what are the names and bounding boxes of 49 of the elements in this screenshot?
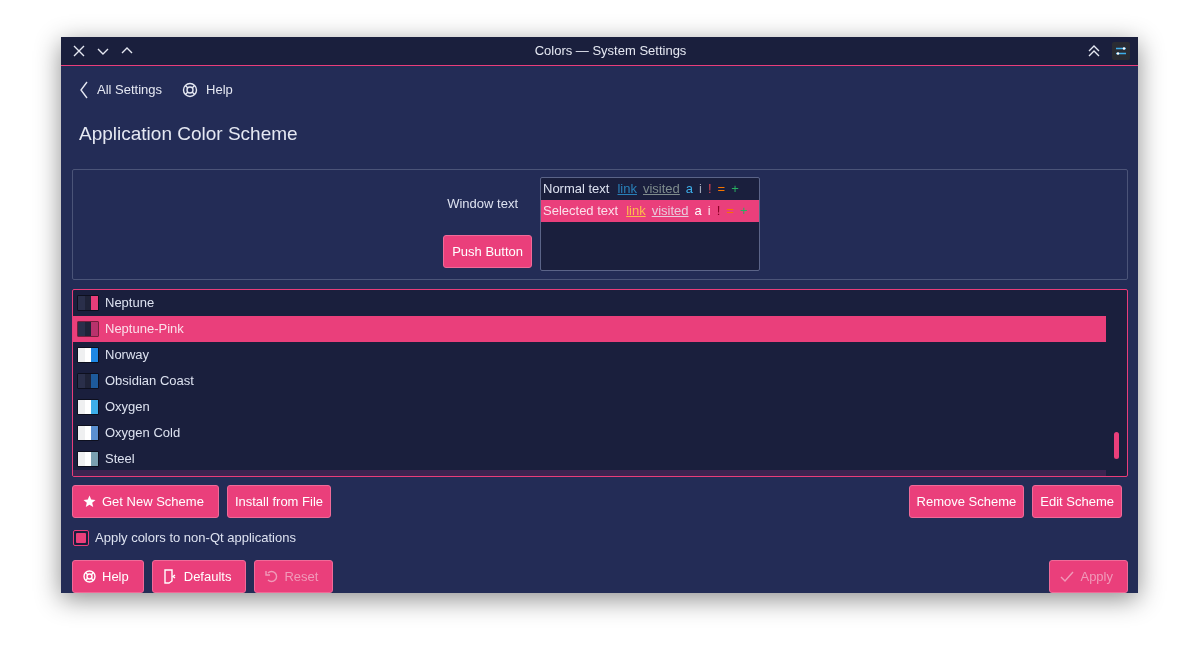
text-sample: = (717, 180, 726, 199)
close-icon (73, 44, 85, 57)
text-sample: + (739, 202, 748, 221)
text-sample: a (694, 202, 702, 221)
checkbox[interactable] (73, 530, 89, 547)
link-sample[interactable]: link (626, 201, 646, 221)
text-sample: ! (716, 202, 721, 221)
scheme-item[interactable]: Neptune (105, 292, 155, 313)
help-button[interactable]: Help (72, 560, 144, 593)
double-chevron-icon (1088, 44, 1100, 57)
scheme-item[interactable]: Oxygen (105, 396, 150, 417)
text-sample: ! (707, 180, 712, 199)
lifebuoy-icon (83, 570, 96, 583)
chevron-left-icon (79, 80, 89, 99)
back-link[interactable]: All Settings (79, 80, 163, 100)
document-icon (162, 569, 178, 584)
text-sample: a (685, 180, 694, 199)
scheme-item[interactable]: Neptune-Pink (105, 318, 184, 339)
scrollbar-thumb[interactable] (1114, 431, 1119, 459)
app-icon[interactable] (1112, 41, 1130, 60)
window-text-label: Window text (447, 194, 518, 213)
text-sample: i (699, 180, 702, 199)
push-button[interactable]: Push Button (443, 235, 532, 269)
scheme-button[interactable]: Edit Scheme (1032, 485, 1122, 519)
page-heading: Application Color Scheme (79, 121, 299, 146)
text-sample: Selected text (543, 202, 619, 221)
defaults-button[interactable]: Defaults (151, 560, 247, 593)
text-sample: i (707, 202, 711, 221)
text-sample: = (726, 202, 734, 221)
checkmark-icon (1060, 570, 1075, 583)
scheme-item[interactable]: Obsidian Coast (105, 370, 194, 391)
scheme-item[interactable]: Norway (105, 344, 150, 365)
install-button[interactable]: Install from File (226, 485, 331, 519)
window-title: Colors — System Settings (533, 42, 688, 61)
horizontal-scrollbar[interactable] (73, 470, 1106, 477)
undo-icon (265, 570, 279, 583)
help-link[interactable]: Help (182, 80, 233, 100)
checkbox-label: Apply colors to non-Qt applications (95, 529, 296, 548)
scheme-item[interactable]: Steel (105, 448, 135, 469)
link-sample[interactable]: link (617, 179, 637, 199)
get-new-scheme-button[interactable]: Get New Scheme (72, 485, 219, 519)
scheme-button[interactable]: Remove Scheme (908, 485, 1025, 519)
text-sample: + (731, 180, 739, 199)
scheme-item[interactable]: Oxygen Cold (105, 422, 181, 443)
visited-link-sample[interactable]: visited (651, 201, 689, 221)
visited-link-sample[interactable]: visited (643, 179, 680, 199)
star-icon (83, 495, 96, 509)
lifebuoy-icon (182, 81, 199, 98)
text-sample: Normal text (543, 180, 610, 199)
